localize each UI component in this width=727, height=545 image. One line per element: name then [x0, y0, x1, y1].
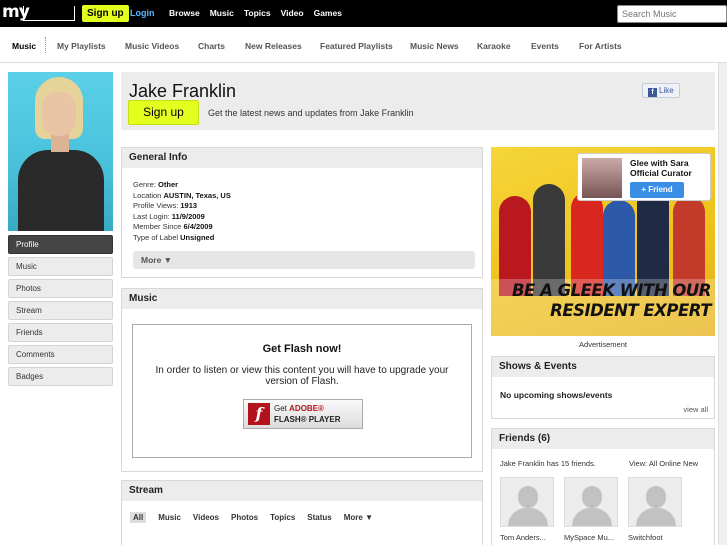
friend-name[interactable]: Switchfoot: [628, 533, 682, 542]
subnav-featured-playlists[interactable]: Featured Playlists: [320, 41, 393, 51]
stream-title: Stream: [122, 481, 482, 501]
sidenav-stream[interactable]: Stream: [8, 301, 113, 320]
sidenav-comments[interactable]: Comments: [8, 345, 113, 364]
ad-headline-2: RESIDENT EXPERT: [550, 301, 711, 320]
sidenav-badges[interactable]: Badges: [8, 367, 113, 386]
curator-name: Glee with Sara Official Curator: [630, 158, 692, 178]
stream-panel: Stream All Music Videos Photos Topics St…: [121, 480, 483, 545]
shows-events-panel: Shows & Events No upcoming shows/events …: [491, 356, 715, 419]
subnav-new-releases[interactable]: New Releases: [245, 41, 302, 51]
artist-name: Jake Franklin: [129, 81, 237, 101]
info-location: Location AUSTIN, Texas, US: [133, 190, 231, 200]
friend-card[interactable]: Switchfoot: [628, 477, 682, 542]
info-genre: Genre: Other: [133, 180, 179, 189]
friend-avatar: [628, 477, 682, 527]
ad-headline-1: BE A GLEEK WITH OUR: [511, 281, 712, 300]
add-friend-button[interactable]: + Friend: [630, 182, 684, 198]
no-shows-message: No upcoming shows/events: [500, 390, 613, 400]
nav-browse[interactable]: Browse: [169, 8, 200, 18]
friend-card[interactable]: Tom Anders...: [500, 477, 554, 542]
friends-view-filter[interactable]: View: All Online New: [629, 459, 698, 468]
stream-tab-all[interactable]: All: [130, 512, 147, 523]
stream-tab-more[interactable]: More ▼: [344, 513, 373, 523]
shows-view-all-link[interactable]: view all: [683, 405, 708, 414]
nav-games[interactable]: Games: [314, 8, 342, 18]
profile-sidenav: Profile Music Photos Stream Friends Comm…: [8, 235, 113, 389]
profile-header: Jake Franklin Sign up Get the latest new…: [121, 72, 715, 130]
top-bar: my Sign up Login Browse Music Topics Vid…: [0, 0, 727, 27]
subnav-separator: [45, 37, 46, 53]
friends-count: Jake Franklin has 15 friends.: [500, 459, 596, 468]
friend-avatar: [564, 477, 618, 527]
stream-tab-status[interactable]: Status: [307, 513, 331, 523]
info-profile-views: Profile Views: 1913: [133, 201, 198, 210]
subnav-music-videos[interactable]: Music Videos: [125, 41, 179, 51]
sidenav-photos[interactable]: Photos: [8, 279, 113, 298]
stream-tab-topics[interactable]: Topics: [270, 513, 295, 523]
subnav-events[interactable]: Events: [531, 41, 559, 51]
nav-music[interactable]: Music: [210, 8, 234, 18]
facebook-icon: f: [648, 88, 657, 97]
subnav-music-news[interactable]: Music News: [410, 41, 459, 51]
search-input[interactable]: Search Music: [617, 5, 727, 23]
friends-title: Friends (6): [492, 429, 714, 449]
flash-player-notice: Get Flash now! In order to listen or vie…: [132, 324, 472, 458]
friends-panel: Friends (6) Jake Franklin has 15 friends…: [491, 428, 715, 545]
stream-tab-videos[interactable]: Videos: [193, 513, 219, 523]
flash-message: In order to listen or view this content …: [155, 365, 449, 387]
stream-tab-photos[interactable]: Photos: [231, 513, 258, 523]
login-link[interactable]: Login: [130, 8, 155, 18]
sidenav-friends[interactable]: Friends: [8, 323, 113, 342]
friend-card[interactable]: MySpace Mu...: [564, 477, 618, 542]
signup-button[interactable]: Sign up: [128, 100, 199, 125]
subnav-karaoke[interactable]: Karaoke: [477, 41, 511, 51]
top-nav: Browse Music Topics Video Games: [169, 8, 342, 18]
friend-name[interactable]: Tom Anders...: [500, 533, 554, 542]
curator-card: Glee with Sara Official Curator + Friend: [577, 153, 711, 201]
stream-tab-music[interactable]: Music: [158, 513, 181, 523]
facebook-like-button[interactable]: f Like: [642, 83, 680, 98]
info-member-since: Member Since 6/4/2009: [133, 222, 213, 231]
logo-box: [23, 6, 75, 21]
general-info-panel: General Info Genre: Other Location AUSTI…: [121, 147, 483, 278]
music-subnav: Music My Playlists Music Videos Charts N…: [0, 27, 727, 63]
stream-tabs: All Music Videos Photos Topics Status Mo…: [130, 512, 373, 523]
curator-avatar: [582, 158, 622, 198]
signup-button-top[interactable]: Sign up: [82, 5, 129, 22]
music-panel: Music Get Flash now! In order to listen …: [121, 288, 483, 472]
flash-title: Get Flash now!: [262, 343, 342, 355]
nav-video[interactable]: Video: [281, 8, 304, 18]
friend-avatar: [500, 477, 554, 527]
sidenav-music[interactable]: Music: [8, 257, 113, 276]
general-info-title: General Info: [122, 148, 482, 168]
sidenav-profile[interactable]: Profile: [8, 235, 113, 254]
friend-name[interactable]: MySpace Mu...: [564, 533, 618, 542]
general-info-fields: Genre: Other Location AUSTIN, Texas, US …: [133, 180, 231, 243]
header-tagline: Get the latest news and updates from Jak…: [208, 108, 414, 118]
info-last-login: Last Login: 11/9/2009: [133, 211, 205, 221]
subnav-music[interactable]: Music: [12, 41, 36, 51]
subnav-my-playlists[interactable]: My Playlists: [57, 41, 106, 51]
music-title: Music: [122, 289, 482, 309]
info-label-type: Type of Label Unsigned: [133, 232, 215, 242]
vertical-scrollbar[interactable]: [718, 63, 727, 545]
profile-photo[interactable]: [8, 72, 113, 231]
flash-icon: f: [248, 403, 270, 425]
glee-advertisement[interactable]: BE A GLEEK WITH OUR RESIDENT EXPERT Glee…: [491, 147, 715, 336]
subnav-charts[interactable]: Charts: [198, 41, 225, 51]
subnav-for-artists[interactable]: For Artists: [579, 41, 622, 51]
more-info-toggle[interactable]: More ▼: [133, 251, 475, 269]
nav-topics[interactable]: Topics: [244, 8, 271, 18]
ad-label: Advertisement: [579, 340, 627, 349]
get-flash-button[interactable]: f Get ADOBE® FLASH® PLAYER: [243, 399, 363, 429]
shows-title: Shows & Events: [492, 357, 714, 377]
